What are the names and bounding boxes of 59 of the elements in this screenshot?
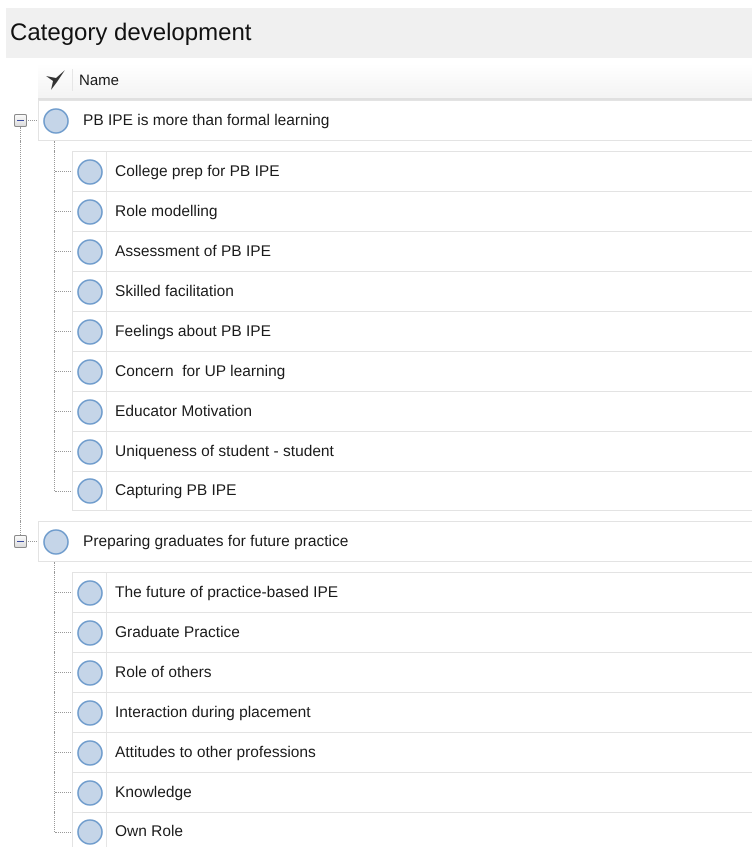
circle-icon — [76, 158, 102, 184]
row-label: Knowledge — [115, 784, 192, 802]
row-label: The future of practice-based IPE — [115, 584, 338, 602]
tree-row[interactable]: Feelings about PB IPE — [72, 311, 752, 351]
tree-row[interactable]: Own Role — [72, 812, 752, 847]
tree-row[interactable]: Role modelling — [72, 191, 752, 231]
collapse-icon[interactable] — [14, 114, 27, 127]
tree-row[interactable]: Assessment of PB IPE — [72, 231, 752, 271]
tree-row[interactable]: Graduate Practice — [72, 612, 752, 652]
circle-icon — [43, 528, 69, 554]
row-label: Concern for UP learning — [115, 362, 286, 380]
tree-row[interactable]: PB IPE is more than formal learning — [38, 100, 752, 141]
tree-row[interactable]: Preparing graduates for future practice — [38, 521, 752, 562]
tree-row[interactable]: The future of practice-based IPE — [72, 572, 752, 612]
tree-row[interactable]: Concern for UP learning — [72, 351, 752, 391]
row-label: Graduate Practice — [115, 624, 240, 642]
circle-icon — [76, 358, 102, 384]
panel-title: Category development — [10, 19, 252, 47]
row-label: Preparing graduates for future practice — [83, 532, 348, 550]
row-label: Role of others — [115, 664, 212, 682]
circle-icon — [76, 398, 102, 424]
circle-icon — [76, 478, 102, 504]
circle-icon — [76, 318, 102, 344]
row-label: Interaction during placement — [115, 704, 311, 722]
collapse-icon[interactable] — [14, 535, 27, 548]
star-icon[interactable] — [44, 69, 73, 91]
circle-icon — [76, 819, 102, 845]
circle-icon — [76, 780, 102, 806]
row-label: Attitudes to other professions — [115, 744, 316, 762]
circle-icon — [76, 238, 102, 264]
row-label: Educator Motivation — [115, 402, 252, 420]
circle-icon — [76, 278, 102, 304]
circle-icon — [76, 700, 102, 726]
column-label: Name — [79, 72, 120, 88]
circle-icon — [76, 620, 102, 646]
tree-row[interactable]: Attitudes to other professions — [72, 732, 752, 772]
circle-icon — [76, 580, 102, 606]
circle-icon — [76, 438, 102, 464]
row-label: PB IPE is more than formal learning — [83, 112, 330, 130]
tree-row[interactable]: Skilled facilitation — [72, 271, 752, 311]
row-label: Capturing PB IPE — [115, 482, 236, 500]
tree-row[interactable]: College prep for PB IPE — [72, 151, 752, 191]
circle-icon — [76, 740, 102, 766]
circle-icon — [76, 198, 102, 224]
circle-icon — [43, 108, 69, 134]
tree-row[interactable]: Uniqueness of student - student — [72, 431, 752, 471]
tree-row[interactable]: Capturing PB IPE — [72, 471, 752, 511]
row-label: Uniqueness of student - student — [115, 442, 334, 460]
row-label: Skilled facilitation — [115, 282, 234, 300]
row-label: Role modelling — [115, 202, 218, 220]
tree-row[interactable]: Role of others — [72, 652, 752, 692]
row-label: Own Role — [115, 823, 184, 841]
row-label: Assessment of PB IPE — [115, 242, 271, 260]
row-label: Feelings about PB IPE — [115, 322, 271, 340]
tree-row[interactable]: Knowledge — [72, 772, 752, 812]
tree-row[interactable]: Educator Motivation — [72, 391, 752, 431]
tree-row[interactable]: Interaction during placement — [72, 692, 752, 732]
row-label: College prep for PB IPE — [115, 162, 280, 180]
circle-icon — [76, 660, 102, 686]
